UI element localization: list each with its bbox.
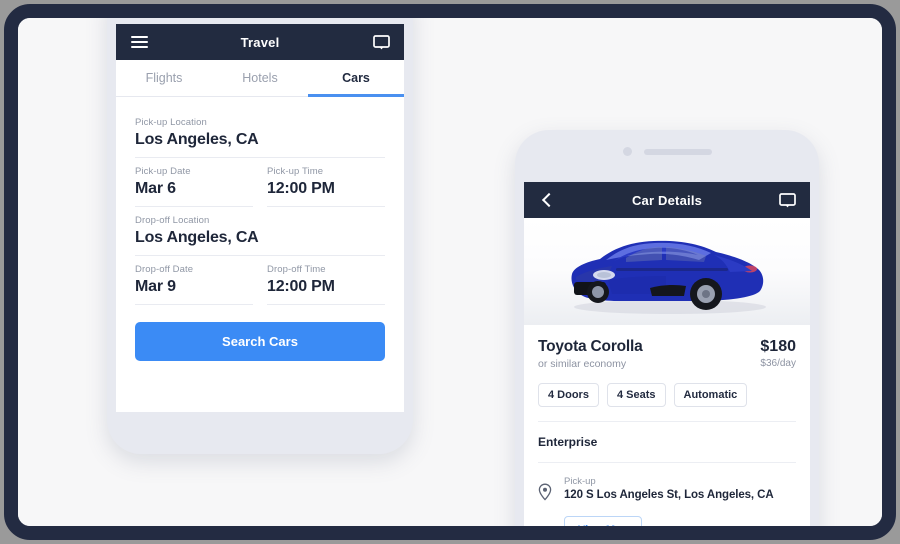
tab-cars[interactable]: Cars (308, 60, 404, 97)
tab-flights[interactable]: Flights (116, 60, 212, 96)
screenshot-canvas: Travel Flights Hotels Cars Pick-up Locat… (18, 18, 882, 526)
dropoff-date-field[interactable]: Drop-off Date Mar 9 (135, 256, 253, 305)
pickup-label: Pick-up (564, 476, 596, 487)
car-details-title: Car Details (631, 192, 703, 208)
car-title-group: Toyota Corolla or similar economy (538, 338, 643, 370)
car-subtitle: or similar economy (538, 358, 627, 370)
car-details-body: Toyota Corolla or similar economy $180 $… (524, 325, 810, 526)
dropoff-date-value: Mar 9 (135, 278, 176, 295)
phone-right: Car Details Toyota Corolla or similar ec… (515, 130, 819, 526)
pickup-location-value: Los Angeles, CA (135, 131, 259, 148)
search-cars-button[interactable]: Search Cars (135, 322, 385, 361)
pickup-time-value: 12:00 PM (267, 180, 335, 197)
car-photo (524, 218, 810, 325)
speaker-grille (643, 148, 712, 155)
pickup-date-field[interactable]: Pick-up Date Mar 6 (135, 158, 253, 207)
device-frame: Travel Flights Hotels Cars Pick-up Locat… (4, 4, 896, 540)
pickup-location-row: Pick-up Location Los Angeles, CA (135, 109, 385, 158)
dropoff-time-field[interactable]: Drop-off Time 12:00 PM (267, 256, 385, 305)
dropoff-time-value: 12:00 PM (267, 278, 335, 295)
dropoff-location-row: Drop-off Location Los Angeles, CA (135, 207, 385, 256)
dropoff-time-label: Drop-off Time (267, 264, 326, 275)
pickup-datetime-row: Pick-up Date Mar 6 Pick-up Time 12:00 PM (135, 158, 385, 207)
map-pin-icon (538, 476, 553, 506)
chip-doors: 4 Doors (538, 383, 599, 407)
back-chevron-icon[interactable] (536, 189, 558, 211)
dropoff-datetime-row: Drop-off Date Mar 9 Drop-off Time 12:00 … (135, 256, 385, 305)
pickup-time-field[interactable]: Pick-up Time 12:00 PM (267, 158, 385, 207)
pickup-time-label: Pick-up Time (267, 166, 324, 177)
dropoff-location-label: Drop-off Location (135, 215, 210, 226)
chat-bubble-icon[interactable] (370, 31, 392, 53)
dropoff-location-value: Los Angeles, CA (135, 229, 259, 246)
pickup-location-field[interactable]: Pick-up Location Los Angeles, CA (135, 109, 385, 158)
car-price-group: $180 $36/day (760, 338, 796, 369)
pickup-text-group: Pick-up 120 S Los Angeles St, Los Angele… (564, 476, 774, 506)
pickup-location-label: Pick-up Location (135, 117, 207, 128)
pickup-section: Pick-up 120 S Los Angeles St, Los Angele… (538, 463, 796, 506)
phone-right-screen: Car Details Toyota Corolla or similar ec… (524, 182, 810, 526)
car-total-price: $180 (760, 338, 796, 355)
camera-icon (622, 147, 632, 156)
pickup-date-value: Mar 6 (135, 180, 176, 197)
tab-hotels[interactable]: Hotels (212, 60, 308, 96)
phone-right-notch (515, 147, 819, 156)
chat-bubble-icon[interactable] (776, 189, 798, 211)
hamburger-icon[interactable] (128, 31, 150, 53)
dropoff-date-label: Drop-off Date (135, 264, 194, 275)
car-name: Toyota Corolla (538, 338, 643, 355)
chip-transmission: Automatic (673, 383, 748, 407)
phone-left: Travel Flights Hotels Cars Pick-up Locat… (107, 18, 413, 454)
chip-seats: 4 Seats (606, 383, 666, 407)
page-title: Travel (240, 34, 280, 50)
pickup-address: 120 S Los Angeles St, Los Angeles, CA (564, 489, 774, 501)
pickup-date-label: Pick-up Date (135, 166, 191, 177)
car-details-appbar: Car Details (524, 182, 810, 218)
view-map-button[interactable]: View Map (564, 516, 642, 526)
dropoff-location-field[interactable]: Drop-off Location Los Angeles, CA (135, 207, 385, 256)
rental-vendor: Enterprise (538, 422, 796, 463)
phone-left-screen: Travel Flights Hotels Cars Pick-up Locat… (116, 24, 404, 412)
car-header: Toyota Corolla or similar economy $180 $… (538, 325, 796, 370)
car-search-form: Pick-up Location Los Angeles, CA Pick-up… (116, 97, 404, 361)
travel-tabs: Flights Hotels Cars (116, 60, 404, 97)
car-feature-chips: 4 Doors 4 Seats Automatic (538, 370, 796, 422)
travel-appbar: Travel (116, 24, 404, 60)
car-daily-price: $36/day (760, 358, 796, 369)
